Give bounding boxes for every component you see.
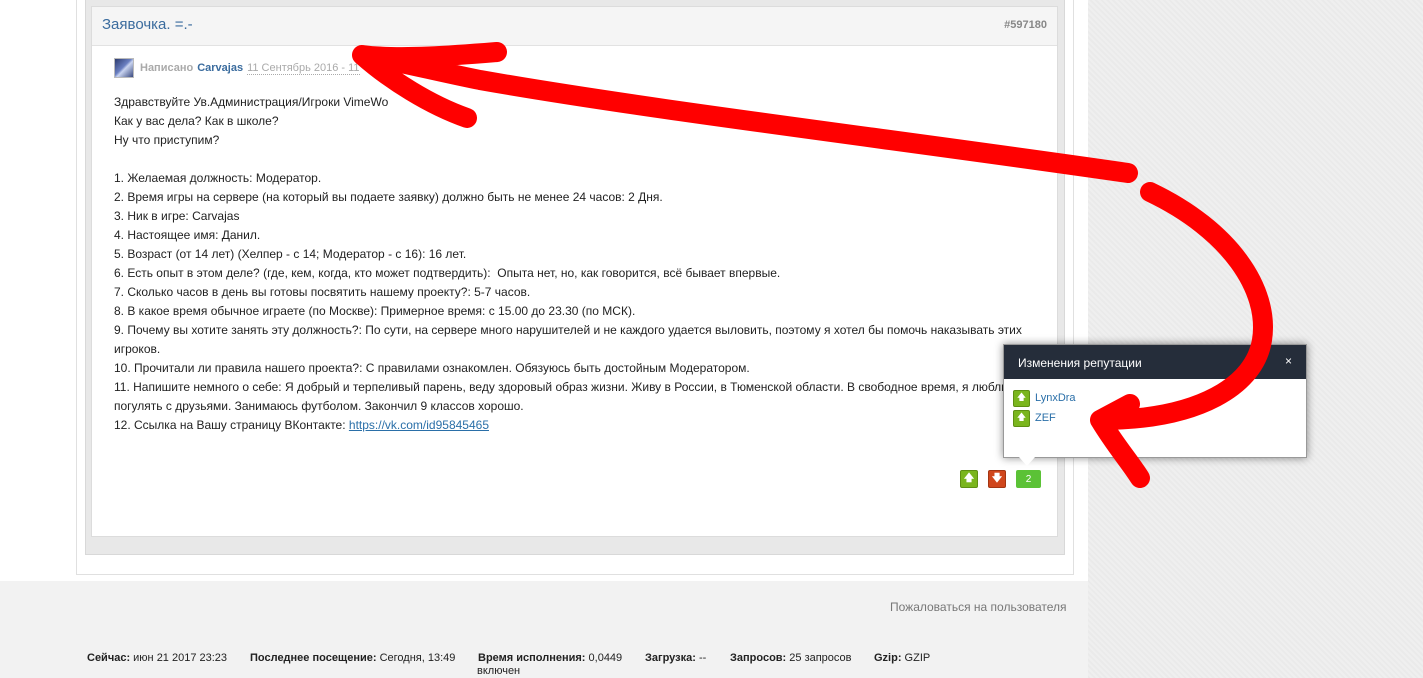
list-item: 🡅 LynxDra: [1013, 388, 1076, 408]
footer-last-visit: Последнее посещение: Сегодня, 13:49: [250, 652, 455, 664]
post-line: 4. Настоящее имя: Данил.: [114, 228, 261, 242]
popup-pointer: [1019, 457, 1035, 466]
post-line: 7. Сколько часов в день вы готовы посвят…: [114, 285, 531, 299]
footer-last-visit-label: Последнее посещение:: [250, 652, 377, 664]
post-line: Как у вас дела? Как в школе?: [114, 114, 279, 128]
report-user-link[interactable]: Пожаловаться на пользователя: [890, 600, 1067, 614]
post-line: 2. Время игры на сервере (на который вы …: [114, 190, 663, 204]
footer-queries-label: Запросов:: [730, 652, 787, 664]
reputation-controls: 🡅 🡇 2: [960, 470, 1041, 488]
post-line: Здравствуйте Ув.Администрация/Игроки Vim…: [114, 95, 389, 109]
post-line: 10. Прочитали ли правила нашего проекта?…: [114, 361, 750, 375]
post-line: 11. Напишите немного о себе: Я добрый и …: [114, 380, 1011, 413]
post-date: 11 Сентябрь 2016 - 11: [247, 61, 360, 75]
popup-header: Изменения репутации ×: [1004, 345, 1306, 379]
rep-up-icon: 🡅: [1013, 389, 1030, 407]
vk-link-label: 12. Ссылка на Вашу страницу ВКонтакте:: [114, 418, 349, 432]
footer-load-label: Загрузка:: [645, 652, 696, 664]
reputation-changes-popup: Изменения репутации × 🡅 LynxDra 🡅 ZEF: [1003, 344, 1307, 466]
post-line: Ну что приступим?: [114, 133, 220, 147]
post-line: 5. Возраст (от 14 лет) (Хелпер - с 14; М…: [114, 247, 467, 261]
post-permalink[interactable]: #597180: [1004, 19, 1047, 31]
post-line-vk: 12. Ссылка на Вашу страницу ВКонтакте: h…: [114, 416, 1054, 435]
footer-queries: Запросов: 25 запросов: [730, 652, 852, 664]
post-line: 3. Ник в игре: Carvajas: [114, 209, 240, 223]
post-title[interactable]: Заявочка. =.-: [102, 16, 193, 33]
footer-gzip-label: Gzip:: [874, 652, 902, 664]
footer-last-visit-value: Сегодня, 13:49: [376, 652, 456, 664]
footer-gzip-sub: включен: [477, 665, 521, 677]
footer-exec-time: Время исполнения: 0,0449: [478, 652, 622, 664]
footer-gzip-value: GZIP: [901, 652, 931, 664]
user-link[interactable]: ZEF: [1035, 412, 1056, 424]
footer-now-label: Сейчас:: [87, 652, 131, 664]
close-icon[interactable]: ×: [1285, 354, 1292, 368]
post-line: 6. Есть опыт в этом деле? (где, кем, ког…: [114, 266, 781, 280]
author-label: Написано: [140, 62, 194, 74]
author-name-link[interactable]: Carvajas: [197, 62, 243, 74]
footer-exec-value: 0,0449: [585, 652, 623, 664]
footer-queries-value: 25 запросов: [786, 652, 852, 664]
vk-profile-link[interactable]: https://vk.com/id95845465: [349, 418, 489, 432]
post-line: 1. Желаемая должность: Модератор.: [114, 171, 322, 185]
footer-now-value: июн 21 2017 23:23: [130, 652, 228, 664]
rep-count-badge[interactable]: 2: [1016, 470, 1041, 488]
footer-load: Загрузка: --: [645, 652, 706, 664]
rep-down-button[interactable]: 🡇: [988, 470, 1006, 488]
footer-load-value: --: [695, 652, 707, 664]
list-item: 🡅 ZEF: [1013, 408, 1076, 428]
popup-title: Изменения репутации: [1018, 356, 1142, 370]
right-background: [1088, 0, 1423, 678]
post-body: Здравствуйте Ув.Администрация/Игроки Vim…: [114, 93, 1054, 435]
popup-user-list: 🡅 LynxDra 🡅 ZEF: [1013, 388, 1076, 428]
post-line: 9. Почему вы хотите занять эту должность…: [114, 323, 1022, 356]
rep-up-icon: 🡅: [1013, 409, 1030, 427]
footer-gzip: Gzip: GZIP: [874, 652, 930, 664]
post-line: 8. В какое время обычное играете (по Мос…: [114, 304, 636, 318]
post-author-row: Написано Carvajas 11 Сентябрь 2016 - 11: [114, 57, 360, 79]
footer-now: Сейчас: июн 21 2017 23:23: [87, 652, 227, 664]
user-link[interactable]: LynxDra: [1035, 392, 1076, 404]
forum-post: Заявочка. =.- #597180 Написано Carvajas …: [91, 6, 1058, 537]
footer-exec-label: Время исполнения:: [478, 652, 586, 664]
rep-up-button[interactable]: 🡅: [960, 470, 978, 488]
post-header: Заявочка. =.- #597180: [92, 7, 1057, 46]
avatar[interactable]: [114, 58, 134, 78]
